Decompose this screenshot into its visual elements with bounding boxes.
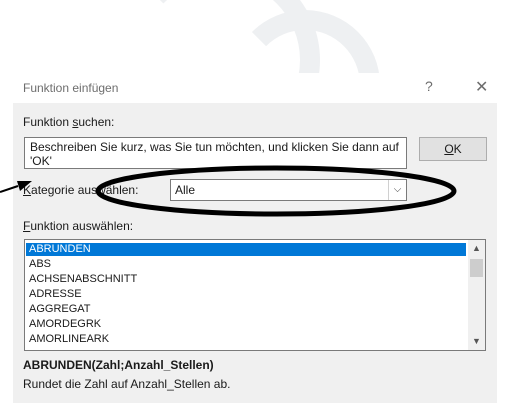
category-label: Kategorie auswählen: [23,183,139,197]
list-item[interactable]: ABS [26,258,466,271]
list-item[interactable]: ADRESSE [26,288,466,301]
scroll-down-icon[interactable]: ▼ [468,333,485,350]
select-function-label: Funktion auswählen: [23,219,134,233]
category-value: Alle [175,183,196,197]
scrollbar[interactable]: ▲ ▼ [468,240,485,350]
dialog-title: Funktion einfügen [23,81,119,95]
function-description: Rundet die Zahl auf Anzahl_Stellen ab. [23,377,231,391]
ok-button[interactable]: OK [419,137,487,161]
list-item[interactable]: AMORLINEARK [26,333,466,346]
scroll-thumb[interactable] [470,259,483,277]
scroll-up-icon[interactable]: ▲ [468,240,485,257]
search-function-label: Funktion suchen: [23,115,115,129]
function-list[interactable]: ABRUNDEN ABS ACHSENABSCHNITT ADRESSE AGG… [24,239,486,351]
help-button[interactable]: ? [425,78,433,94]
title-bar: Funktion einfügen ? ✕ [13,73,497,103]
list-item-selected[interactable]: ABRUNDEN [26,243,466,256]
close-button[interactable]: ✕ [475,77,488,97]
chevron-down-icon[interactable]: ⌵ [388,180,406,200]
category-select[interactable]: Alle ⌵ [170,179,407,201]
insert-function-dialog: Funktion einfügen ? ✕ Funktion suchen: B… [13,73,497,403]
list-item[interactable]: ACHSENABSCHNITT [26,273,466,286]
search-input[interactable]: Beschreiben Sie kurz, was Sie tun möchte… [24,137,407,169]
list-item[interactable]: AMORDEGRK [26,318,466,331]
function-signature: ABRUNDEN(Zahl;Anzahl_Stellen) [23,358,214,372]
list-item[interactable]: AGGREGAT [26,303,466,316]
